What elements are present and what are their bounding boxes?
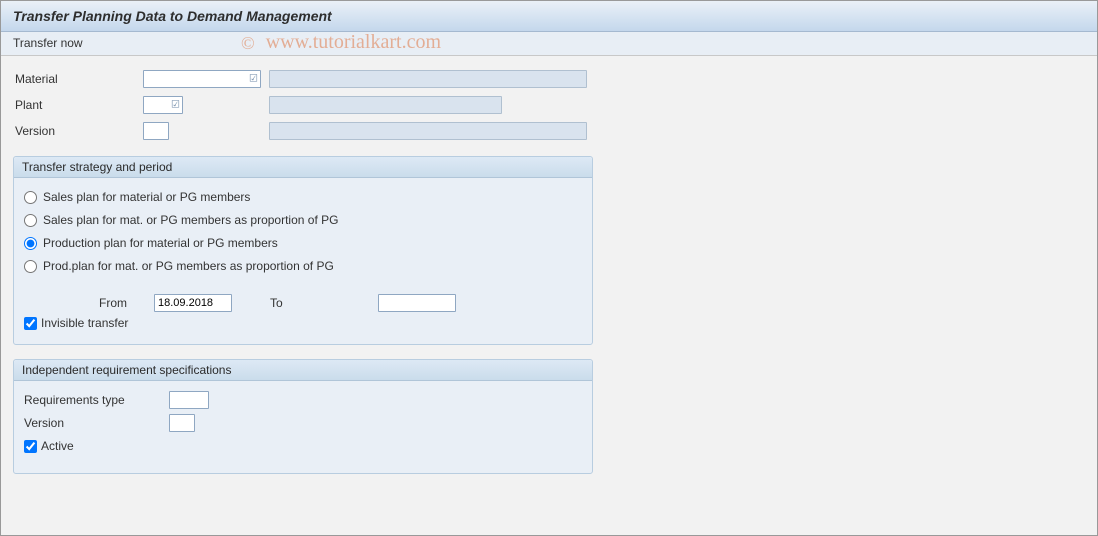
radio-label-sales-plan: Sales plan for material or PG members: [43, 190, 250, 204]
group-spec-title: Independent requirement specifications: [14, 360, 592, 381]
material-input[interactable]: [143, 70, 261, 88]
radio-row-sales-prop: Sales plan for mat. or PG members as pro…: [24, 210, 582, 230]
reqtype-row: Requirements type: [24, 390, 582, 410]
radio-row-prod-prop: Prod.plan for mat. or PG members as prop…: [24, 256, 582, 276]
active-checkbox[interactable]: [24, 440, 37, 453]
group-strategy-title: Transfer strategy and period: [14, 157, 592, 178]
radio-row-sales-plan: Sales plan for material or PG members: [24, 187, 582, 207]
reqtype-input[interactable]: [169, 391, 209, 409]
material-desc-box: [269, 70, 587, 88]
radio-label-prod-prop: Prod.plan for mat. or PG members as prop…: [43, 259, 334, 273]
group-requirement-spec: Independent requirement specifications R…: [13, 359, 593, 474]
transfer-now-button[interactable]: Transfer now: [13, 36, 83, 50]
group-transfer-strategy: Transfer strategy and period Sales plan …: [13, 156, 593, 345]
version-input[interactable]: [143, 122, 169, 140]
plant-label: Plant: [13, 98, 143, 112]
spec-version-label: Version: [24, 416, 169, 430]
invisible-transfer-label: Invisible transfer: [41, 316, 128, 330]
radio-label-sales-prop: Sales plan for mat. or PG members as pro…: [43, 213, 338, 227]
invisible-transfer-row: Invisible transfer: [24, 316, 582, 330]
radio-sales-prop[interactable]: [24, 214, 37, 227]
from-label: From: [99, 296, 154, 310]
radio-prod-plan[interactable]: [24, 237, 37, 250]
spec-version-row: Version: [24, 413, 582, 433]
plant-desc-box: [269, 96, 502, 114]
content-area: Material ☑ Plant ☑ Version Transfer stra…: [1, 56, 1097, 486]
date-row: From To: [24, 294, 582, 312]
to-input[interactable]: [378, 294, 456, 312]
version-label: Version: [13, 124, 143, 138]
from-input[interactable]: [154, 294, 232, 312]
toolbar: Transfer now: [1, 32, 1097, 56]
invisible-transfer-checkbox[interactable]: [24, 317, 37, 330]
material-label: Material: [13, 72, 143, 86]
radio-prod-prop[interactable]: [24, 260, 37, 273]
window-title-bar: Transfer Planning Data to Demand Managem…: [1, 1, 1097, 32]
radio-label-prod-plan: Production plan for material or PG membe…: [43, 236, 278, 250]
version-desc-box: [269, 122, 587, 140]
version-row: Version: [13, 120, 1085, 142]
radio-sales-plan[interactable]: [24, 191, 37, 204]
active-label: Active: [41, 439, 74, 453]
material-row: Material ☑: [13, 68, 1085, 90]
radio-row-prod-plan: Production plan for material or PG membe…: [24, 233, 582, 253]
plant-row: Plant ☑: [13, 94, 1085, 116]
reqtype-label: Requirements type: [24, 393, 169, 407]
active-row: Active: [24, 436, 582, 456]
plant-input[interactable]: [143, 96, 183, 114]
spec-version-input[interactable]: [169, 414, 195, 432]
to-label: To: [270, 296, 310, 310]
page-title: Transfer Planning Data to Demand Managem…: [13, 8, 332, 24]
